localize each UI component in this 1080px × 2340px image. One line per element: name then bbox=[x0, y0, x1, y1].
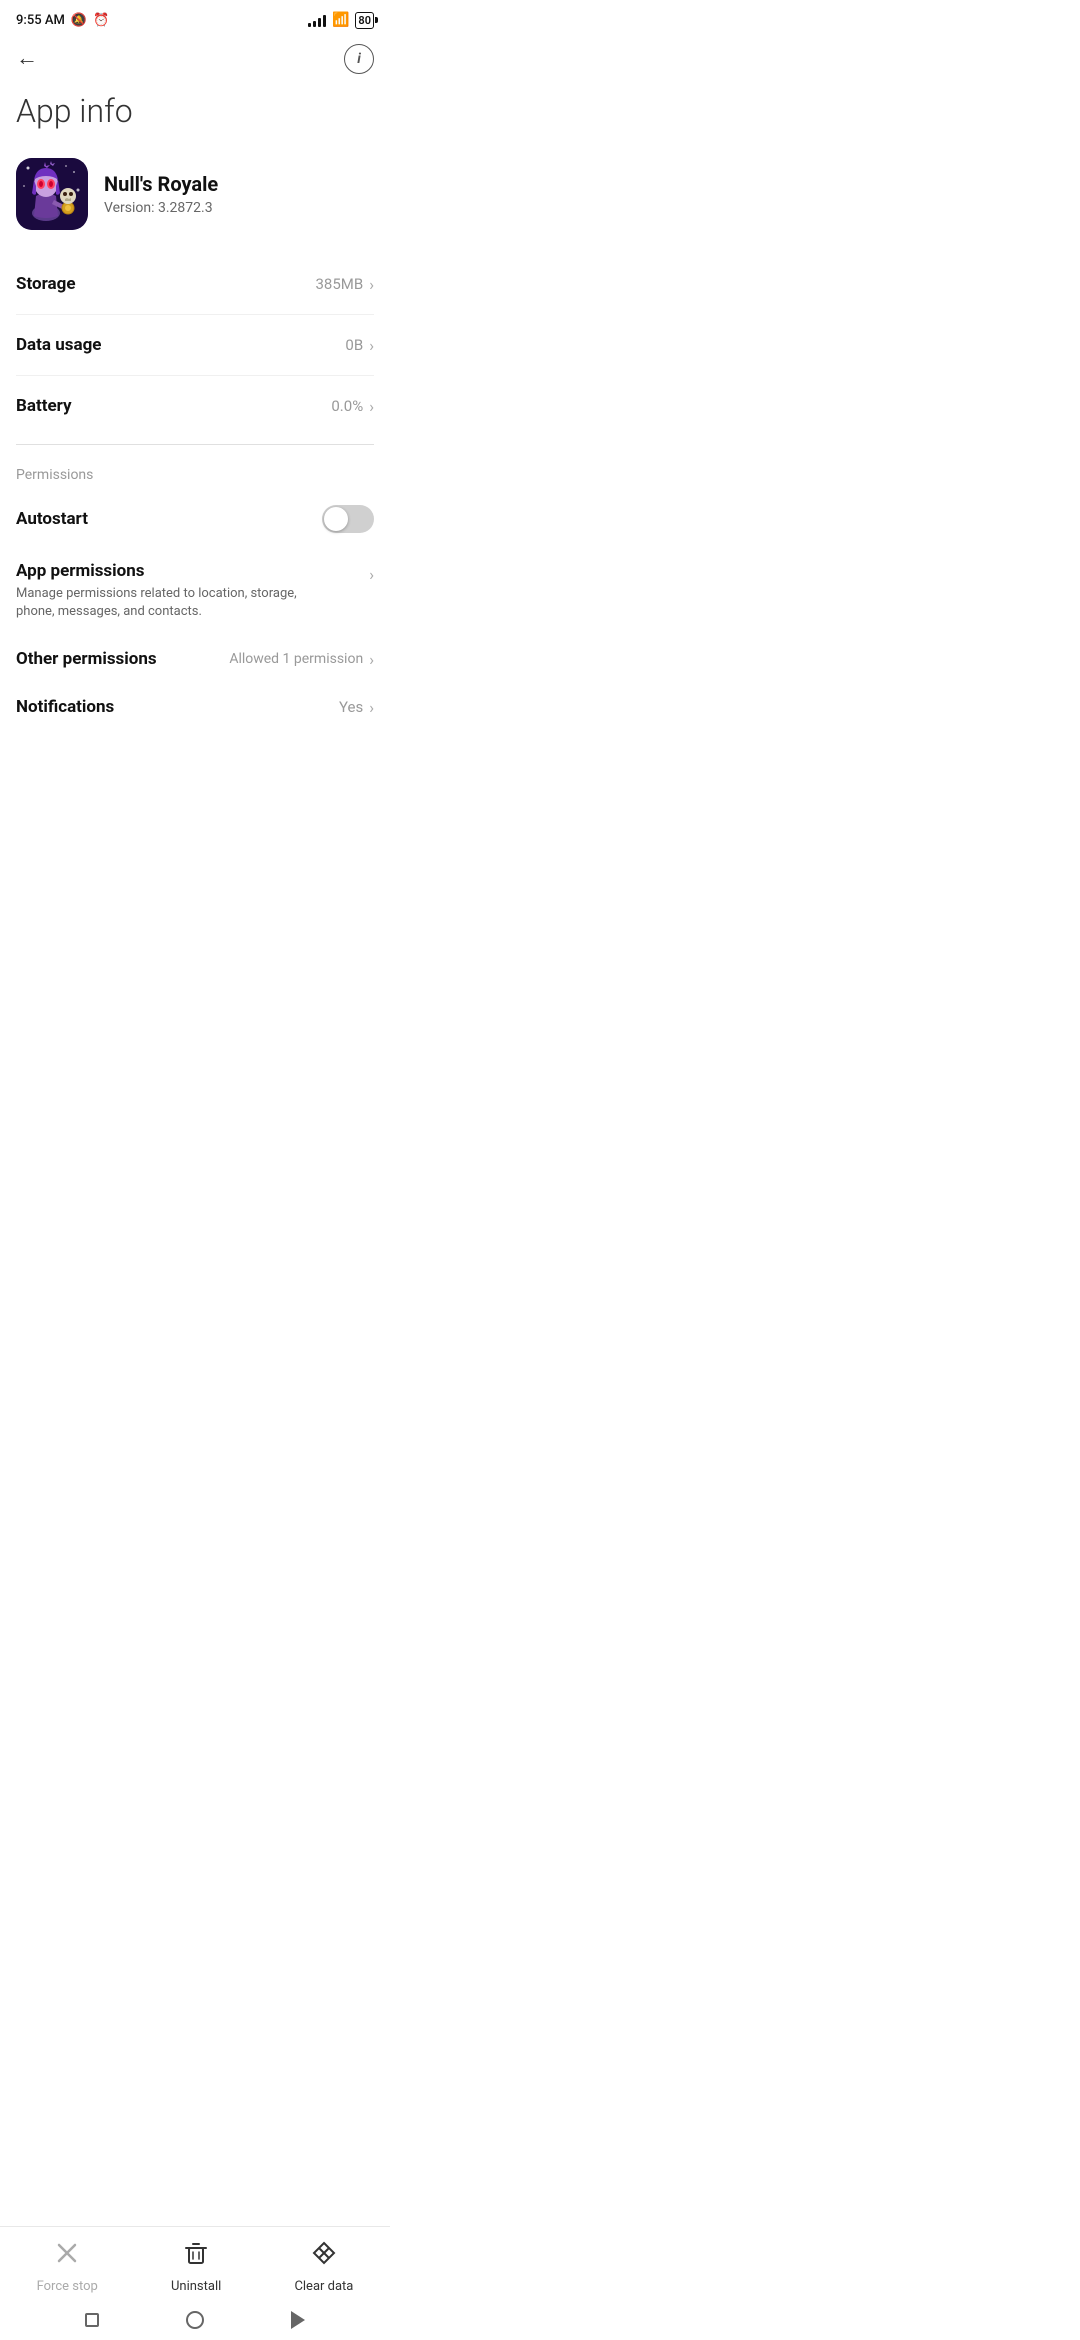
app-info-section: Null's Royale Version: 3.2872.3 bbox=[0, 150, 390, 254]
notifications-row[interactable]: Notifications Yes › bbox=[0, 683, 390, 731]
bottom-action-bar: Force stop Uninstall Clear data bbox=[0, 2226, 390, 2300]
time-display: 9:55 AM bbox=[16, 13, 65, 28]
signal-icon bbox=[308, 13, 326, 27]
alarm-icon: ⏰ bbox=[93, 13, 109, 28]
section-divider bbox=[16, 444, 374, 445]
uninstall-icon bbox=[182, 2239, 210, 2273]
data-usage-label: Data usage bbox=[16, 335, 101, 355]
info-button[interactable]: i bbox=[344, 44, 374, 74]
clear-data-icon bbox=[310, 2239, 338, 2273]
uninstall-action[interactable]: Uninstall bbox=[171, 2239, 221, 2294]
nav-bar bbox=[0, 2300, 390, 2340]
other-permissions-value-group: Allowed 1 permission › bbox=[229, 650, 374, 669]
autostart-toggle[interactable] bbox=[322, 505, 374, 533]
info-icon: i bbox=[357, 51, 361, 67]
battery-label: Battery bbox=[16, 396, 72, 416]
clear-data-label: Clear data bbox=[294, 2279, 353, 2294]
storage-value-group: 385MB › bbox=[315, 275, 374, 294]
battery-value-group: 0.0% › bbox=[331, 397, 374, 416]
other-permissions-value: Allowed 1 permission bbox=[229, 651, 363, 667]
storage-row[interactable]: Storage 385MB › bbox=[16, 254, 374, 315]
battery-chevron: › bbox=[369, 397, 374, 416]
mute-icon: 🔕 bbox=[71, 13, 87, 28]
data-usage-chevron: › bbox=[369, 336, 374, 355]
autostart-label: Autostart bbox=[16, 509, 88, 529]
storage-label: Storage bbox=[16, 274, 76, 294]
app-name: Null's Royale bbox=[104, 172, 218, 196]
app-details: Null's Royale Version: 3.2872.3 bbox=[104, 172, 218, 216]
storage-value: 385MB bbox=[315, 275, 363, 293]
autostart-row[interactable]: Autostart bbox=[0, 491, 390, 547]
data-usage-value: 0B bbox=[345, 336, 363, 354]
permissions-section-label: Permissions bbox=[0, 453, 390, 491]
clear-data-action[interactable]: Clear data bbox=[294, 2239, 353, 2294]
app-icon bbox=[16, 158, 88, 230]
force-stop-label: Force stop bbox=[37, 2279, 98, 2294]
app-version: Version: 3.2872.3 bbox=[104, 200, 218, 216]
status-bar: 9:55 AM 🔕 ⏰ 📶 80 bbox=[0, 0, 390, 36]
other-permissions-label: Other permissions bbox=[16, 649, 157, 669]
nav-recent-button[interactable] bbox=[81, 2309, 103, 2331]
data-usage-value-group: 0B › bbox=[345, 336, 374, 355]
top-nav: ← i bbox=[0, 36, 390, 82]
wifi-icon: 📶 bbox=[332, 12, 349, 28]
app-permissions-desc: Manage permissions related to location, … bbox=[16, 585, 316, 621]
battery-indicator: 80 bbox=[355, 12, 374, 29]
app-permissions-chevron: › bbox=[369, 565, 374, 584]
battery-row[interactable]: Battery 0.0% › bbox=[16, 376, 374, 436]
force-stop-icon bbox=[53, 2239, 81, 2273]
notifications-label: Notifications bbox=[16, 697, 114, 717]
app-permissions-title: App permissions bbox=[16, 561, 316, 581]
nav-back-button[interactable] bbox=[287, 2309, 309, 2331]
toggle-thumb bbox=[324, 507, 348, 531]
status-right: 📶 80 bbox=[308, 12, 374, 29]
battery-level: 80 bbox=[358, 14, 371, 27]
nav-recent-icon bbox=[85, 2313, 99, 2327]
other-permissions-chevron: › bbox=[369, 650, 374, 669]
data-usage-row[interactable]: Data usage 0B › bbox=[16, 315, 374, 376]
battery-value: 0.0% bbox=[331, 397, 363, 415]
back-button[interactable]: ← bbox=[16, 48, 38, 70]
page-title: App info bbox=[0, 82, 390, 150]
main-settings: Storage 385MB › Data usage 0B › Battery … bbox=[0, 254, 390, 436]
notifications-chevron: › bbox=[369, 698, 374, 717]
nav-home-icon bbox=[186, 2311, 204, 2329]
storage-chevron: › bbox=[369, 275, 374, 294]
nav-home-button[interactable] bbox=[184, 2309, 206, 2331]
app-permissions-row[interactable]: App permissions Manage permissions relat… bbox=[0, 547, 390, 635]
app-permissions-text: App permissions Manage permissions relat… bbox=[16, 561, 316, 621]
status-left: 9:55 AM 🔕 ⏰ bbox=[16, 13, 109, 28]
uninstall-label: Uninstall bbox=[171, 2279, 221, 2294]
nav-back-icon bbox=[291, 2311, 305, 2329]
other-permissions-row[interactable]: Other permissions Allowed 1 permission › bbox=[0, 635, 390, 683]
notifications-value-group: Yes › bbox=[339, 698, 374, 717]
notifications-value: Yes bbox=[339, 698, 363, 716]
force-stop-action[interactable]: Force stop bbox=[37, 2239, 98, 2294]
